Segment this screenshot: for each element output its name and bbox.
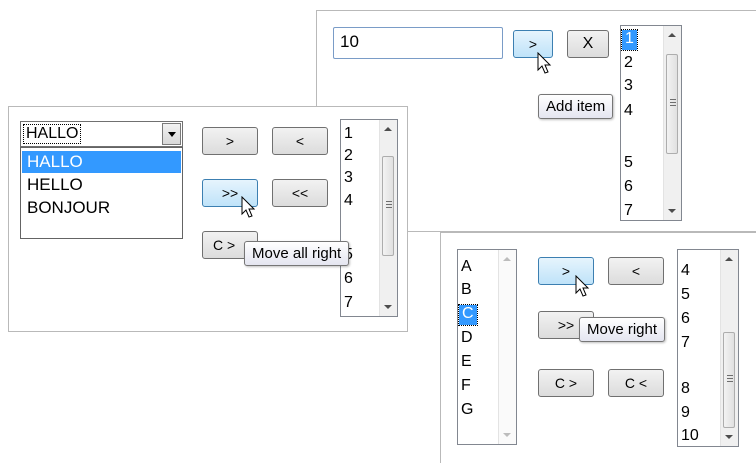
greeting-dropdown: HALLO HELLO BONJOUR: [20, 147, 183, 239]
list-item[interactable]: B: [461, 281, 472, 301]
move-right-panel: A B C D E F G > < >> C > C < 4 5 6 7 8 9…: [440, 232, 756, 463]
mouse-pointer-icon: [575, 275, 590, 297]
list-item[interactable]: 6: [344, 270, 353, 290]
list-item[interactable]: 10: [681, 427, 699, 446]
list-item[interactable]: 2: [624, 54, 633, 74]
list-item[interactable]: 1: [344, 125, 353, 145]
list-scrollbar[interactable]: [663, 26, 681, 220]
move-right-tooltip: Move right: [579, 317, 666, 342]
left-listbox[interactable]: A B C D E F G: [457, 249, 517, 445]
combo-value: HALLO: [23, 124, 82, 144]
list-item[interactable]: 9: [681, 404, 690, 424]
mouse-pointer-icon: [537, 52, 552, 74]
right-listbox[interactable]: 4 5 6 7 8 9 10: [677, 249, 739, 447]
list-scrollbar[interactable]: [379, 120, 397, 316]
dropdown-option[interactable]: HALLO: [22, 151, 181, 173]
move-left-button[interactable]: <: [608, 257, 664, 285]
scroll-down-icon[interactable]: [503, 433, 511, 437]
list-item[interactable]: 2: [344, 147, 353, 167]
item-listbox[interactable]: 1 2 3 4 5 6 7: [620, 25, 682, 221]
list-item[interactable]: 1: [621, 29, 638, 51]
list-item[interactable]: 6: [681, 310, 690, 330]
add-item-tooltip: Add item: [538, 94, 614, 119]
list-item[interactable]: 8: [681, 380, 690, 400]
scroll-thumb[interactable]: [382, 156, 394, 256]
copy-right-button[interactable]: C >: [538, 369, 594, 397]
list-scrollbar[interactable]: [720, 250, 738, 446]
list-item[interactable]: 3: [624, 77, 633, 97]
dropdown-option[interactable]: BONJOUR: [22, 197, 181, 219]
list-item[interactable]: A: [461, 258, 472, 278]
mouse-pointer-icon: [241, 196, 256, 218]
dropdown-option[interactable]: HELLO: [22, 174, 181, 196]
list-item[interactable]: 4: [624, 102, 633, 122]
scroll-up-icon[interactable]: [668, 33, 676, 37]
move-all-left-button[interactable]: <<: [272, 179, 328, 207]
scroll-thumb[interactable]: [666, 54, 678, 154]
right-listbox[interactable]: 1 2 3 4 5 6 7: [340, 119, 398, 317]
list-item[interactable]: 6: [624, 178, 633, 198]
copy-left-button[interactable]: C <: [608, 369, 664, 397]
scroll-down-icon[interactable]: [668, 209, 676, 213]
item-input[interactable]: 10: [333, 27, 503, 59]
move-all-panel: HALLO HALLO HELLO BONJOUR > < >> << C > …: [8, 106, 408, 332]
move-right-button[interactable]: >: [202, 127, 258, 155]
list-item[interactable]: 7: [624, 202, 633, 220]
list-item[interactable]: 7: [681, 334, 690, 354]
list-item[interactable]: E: [461, 353, 472, 373]
move-left-button[interactable]: <: [272, 127, 328, 155]
list-item[interactable]: 4: [344, 192, 353, 212]
list-item[interactable]: G: [461, 401, 473, 421]
list-item[interactable]: 3: [344, 169, 353, 189]
scroll-up-icon[interactable]: [384, 127, 392, 131]
clear-button[interactable]: X: [567, 30, 609, 58]
list-item[interactable]: 5: [681, 286, 690, 306]
chevron-down-icon[interactable]: [162, 123, 181, 145]
scroll-up-icon[interactable]: [725, 257, 733, 261]
scroll-thumb[interactable]: [723, 332, 735, 428]
list-item[interactable]: 7: [344, 294, 353, 314]
greeting-combobox[interactable]: HALLO: [20, 121, 183, 147]
list-scrollbar[interactable]: [498, 250, 516, 444]
scroll-down-icon[interactable]: [384, 305, 392, 309]
scroll-down-icon[interactable]: [725, 435, 733, 439]
list-item[interactable]: C: [458, 304, 478, 326]
list-item[interactable]: D: [461, 329, 473, 349]
scroll-up-icon[interactable]: [503, 257, 511, 261]
list-item[interactable]: F: [461, 377, 471, 397]
list-item[interactable]: 4: [681, 262, 690, 282]
list-item[interactable]: 5: [624, 154, 633, 174]
move-all-right-tooltip: Move all right: [244, 241, 350, 266]
